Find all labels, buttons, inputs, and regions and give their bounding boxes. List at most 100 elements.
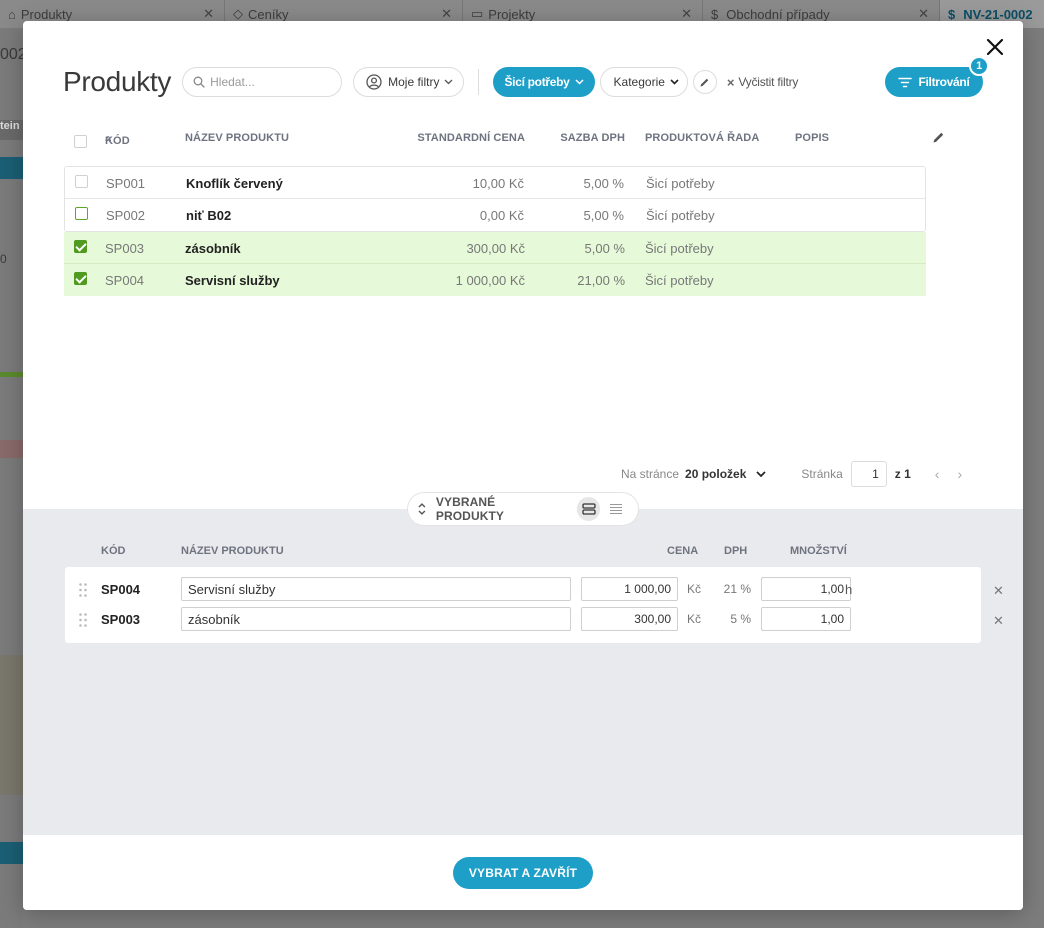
remove-item-button[interactable]: ✕ (993, 613, 1004, 629)
chevron-down-icon (444, 79, 453, 85)
per-page-label: Na stránce (621, 467, 680, 481)
row-checkbox[interactable] (75, 175, 88, 191)
active-filter-chip[interactable]: Šicí potřeby (493, 67, 595, 97)
table-row[interactable]: SP001 Knoflík červený 10,00 Kč 5,00 % Ši… (65, 167, 925, 199)
selected-col-qty: MNOŽSTVÍ (790, 545, 847, 557)
selected-item-vat: 5 % (730, 612, 751, 626)
row-name: niť B02 (186, 208, 232, 223)
edit-columns-button[interactable] (932, 131, 945, 147)
chevron-down-icon (575, 79, 584, 85)
selected-col-price: CENA (667, 545, 699, 557)
selected-products-label: VYBRANÉ PRODUKTY (435, 495, 505, 523)
selected-products-list: SP004 Kč 21 % h ✕ SP003 Kč 5 % (65, 567, 1004, 643)
pagination: Na stránce 20 položek Stránka z 1 ‹ › (621, 461, 962, 487)
user-circle-icon (366, 74, 382, 90)
rows-view-icon (581, 503, 596, 515)
folder-icon: ▭ (471, 6, 484, 21)
filtering-label: Filtrování (918, 75, 970, 89)
close-icon[interactable]: ✕ (918, 6, 929, 22)
selected-item: SP004 Kč 21 % h ✕ (65, 575, 1004, 605)
selected-products-panel: VYBRANÉ PRODUKTY KÓD NÁZEV PRODUKTU CENA… (23, 493, 1023, 835)
row-code: SP004 (105, 273, 145, 288)
edit-filters-button[interactable] (692, 70, 717, 94)
bg-tab-label: Obchodní případy (726, 6, 830, 22)
unselected-rows: SP001 Knoflík červený 10,00 Kč 5,00 % Ši… (64, 166, 926, 232)
close-icon[interactable]: ✕ (441, 6, 452, 22)
bg-strip (0, 157, 23, 179)
table-row-selected[interactable]: SP004 Servisní služby 1 000,00 Kč 21,00 … (64, 264, 926, 296)
clear-filters-link[interactable]: × Vyčistit filtry (727, 75, 798, 90)
row-checkbox-checked[interactable] (74, 240, 87, 256)
close-icon[interactable]: ✕ (681, 6, 692, 22)
chevron-down-icon[interactable] (756, 471, 766, 477)
row-checkbox[interactable] (75, 207, 88, 223)
category-filter-dropdown[interactable]: Kategorie (599, 67, 688, 97)
bg-tab-label: NV-21-0002 (963, 6, 1033, 22)
bg-fragment: tein (0, 120, 23, 140)
column-name-header[interactable]: NÁZEV PRODUKTU (185, 132, 289, 144)
row-product-line: Šicí potřeby (646, 176, 715, 191)
column-vat-header[interactable]: SAZBA DPH (560, 132, 625, 144)
my-filters-dropdown[interactable]: Moje filtry (353, 67, 465, 97)
bg-strip (0, 372, 23, 377)
filter-lines-icon (898, 77, 913, 87)
bg-fragment: 0 (0, 252, 7, 266)
row-price: 300,00 Kč (466, 241, 525, 256)
product-table-body: SP001 Knoflík červený 10,00 Kč 5,00 % Ši… (64, 166, 926, 296)
row-code: SP001 (106, 176, 146, 191)
expand-collapse-icon (418, 503, 426, 515)
selected-item-name-input[interactable] (181, 607, 571, 631)
filtering-button[interactable]: Filtrování 1 (885, 56, 989, 97)
close-icon[interactable]: ✕ (203, 6, 214, 22)
table-row[interactable]: SP002 niť B02 0,00 Kč 5,00 % Šicí potřeb… (65, 199, 925, 231)
selected-item-unit: h (845, 582, 853, 597)
prev-page-button[interactable]: ‹ (935, 466, 940, 482)
dollar-icon: $ (948, 6, 956, 22)
selected-item-currency: Kč (687, 612, 702, 626)
close-icon (986, 38, 1004, 56)
selected-products-toggle[interactable]: VYBRANÉ PRODUKTY (408, 493, 638, 525)
product-picker-modal: Produkty Moje filtry Šicí potřeby (23, 21, 1023, 910)
bg-tab-label: Ceníky (248, 6, 289, 22)
column-line-header[interactable]: PRODUKTOVÁ ŘADA (645, 132, 759, 144)
search-input[interactable] (210, 75, 331, 89)
per-page-select[interactable]: 20 položek (685, 467, 746, 481)
page-number-input[interactable] (850, 461, 887, 487)
row-name: Servisní služby (185, 273, 280, 288)
selected-item-code: SP003 (101, 612, 141, 627)
column-description-header[interactable]: POPIS (795, 132, 829, 144)
row-code: SP002 (106, 208, 146, 223)
selected-item-price-input[interactable] (581, 577, 678, 601)
view-compact-button[interactable] (604, 497, 628, 521)
selected-item-qty-input[interactable] (761, 577, 851, 601)
selected-item-qty-input[interactable] (761, 607, 851, 631)
selected-item-vat: 21 % (723, 582, 751, 596)
toolbar-divider (478, 69, 480, 95)
remove-item-button[interactable]: ✕ (993, 583, 1004, 599)
row-vat: 5,00 % (584, 241, 625, 256)
drag-handle-icon[interactable] (79, 583, 87, 597)
chevron-down-icon (670, 79, 679, 85)
select-and-close-button[interactable]: VYBRAT A ZAVŘÍT (452, 856, 594, 889)
filter-count-badge: 1 (969, 56, 989, 76)
selected-col-name: NÁZEV PRODUKTU (181, 545, 284, 557)
row-name: Knoflík červený (186, 176, 283, 191)
bg-strip (0, 842, 23, 864)
search-box[interactable] (182, 67, 343, 97)
column-price-header[interactable]: STANDARDNÍ CENA (417, 132, 525, 144)
view-comfortable-button[interactable] (576, 497, 601, 521)
selected-item-price-input[interactable] (581, 607, 678, 631)
toolbar: Produkty Moje filtry Šicí potřeby (63, 65, 988, 99)
drag-handle-icon[interactable] (79, 613, 87, 627)
selected-item-currency: Kč (687, 582, 702, 596)
row-product-line: Šicí potřeby (645, 241, 714, 256)
bg-tab-label: Projekty (488, 6, 536, 22)
row-vat: 5,00 % (583, 176, 624, 191)
pencil-icon (933, 132, 944, 143)
row-checkbox-checked[interactable] (74, 272, 87, 288)
selected-item-name-input[interactable] (181, 577, 571, 601)
next-page-button[interactable]: › (957, 466, 962, 482)
close-modal-button[interactable] (985, 37, 1005, 57)
row-price: 1 000,00 Kč (455, 273, 525, 288)
table-row-selected[interactable]: SP003 zásobník 300,00 Kč 5,00 % Šicí pot… (64, 232, 926, 264)
